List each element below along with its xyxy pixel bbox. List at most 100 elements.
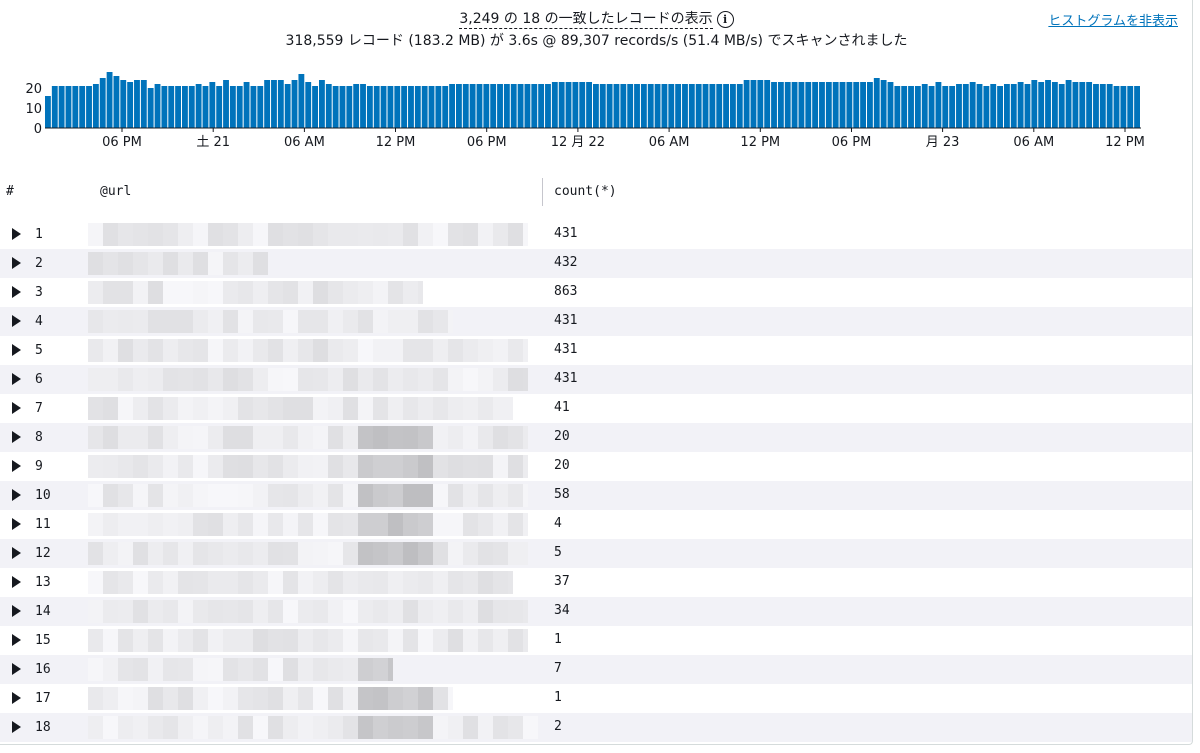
histogram-bar[interactable] [819,82,825,128]
histogram-bar[interactable] [593,84,599,128]
histogram-bar[interactable] [613,84,620,128]
histogram-bar[interactable] [72,86,79,128]
histogram-bar[interactable] [627,84,634,128]
expand-row-icon[interactable] [12,373,21,385]
histogram-bar[interactable] [250,86,257,128]
histogram-bar[interactable] [949,86,956,128]
histogram-bar[interactable] [538,84,545,128]
histogram-bar[interactable] [435,86,442,128]
histogram-bar[interactable] [106,72,113,128]
histogram-bar[interactable] [812,82,819,128]
table-row[interactable]: 12 5 [0,539,1192,568]
histogram-bar[interactable] [1024,84,1031,128]
histogram-bar[interactable] [483,84,490,128]
histogram-bar[interactable] [1113,86,1120,128]
histogram-bar[interactable] [791,82,798,128]
histogram-bar[interactable] [880,80,887,128]
histogram-bar[interactable] [1099,84,1106,128]
histogram-bar[interactable] [545,84,551,128]
histogram-bar[interactable] [216,86,223,128]
histogram-bar[interactable] [860,82,866,128]
histogram-bar[interactable] [421,86,428,128]
histogram-bar[interactable] [709,84,716,128]
table-row[interactable]: 4 431 [0,307,1192,336]
histogram-bar[interactable] [387,86,394,128]
histogram-bar[interactable] [586,82,592,128]
histogram-bar[interactable] [997,86,1003,128]
histogram-bar[interactable] [675,84,682,128]
column-divider[interactable] [542,178,543,206]
histogram-bar[interactable] [449,84,455,128]
table-row[interactable]: 1 431 [0,220,1192,249]
histogram-bar[interactable] [1127,86,1134,128]
histogram-bar[interactable] [572,82,579,128]
histogram-bar[interactable] [750,80,757,128]
table-row[interactable]: 3 863 [0,278,1192,307]
histogram-bar[interactable] [551,82,558,128]
expand-row-icon[interactable] [12,489,21,501]
histogram-bar[interactable] [908,86,914,128]
histogram-bar[interactable] [120,80,127,128]
histogram-bar[interactable] [832,82,839,128]
histogram-bar[interactable] [1017,82,1024,128]
expand-row-icon[interactable] [12,402,21,414]
histogram-bar[interactable] [784,82,791,128]
table-row[interactable]: 7 41 [0,394,1192,423]
histogram-bar[interactable] [51,86,58,128]
histogram-bar[interactable] [353,84,360,128]
histogram-bar[interactable] [517,84,524,128]
histogram-bar[interactable] [414,86,421,128]
table-row[interactable]: 15 1 [0,626,1192,655]
histogram-bar[interactable] [380,86,387,128]
histogram-bar[interactable] [846,82,853,128]
histogram-bar[interactable] [661,84,668,128]
expand-row-icon[interactable] [12,547,21,559]
histogram-bar[interactable] [195,84,202,128]
histogram-bar[interactable] [154,84,161,128]
histogram-bar[interactable] [188,86,195,128]
histogram-bar[interactable] [599,84,606,128]
table-row[interactable]: 16 7 [0,655,1192,684]
expand-row-icon[interactable] [12,431,21,443]
histogram-bar[interactable] [962,84,969,128]
histogram-bar[interactable] [346,86,353,128]
histogram-bar[interactable] [223,80,229,128]
histogram-bar[interactable] [161,86,168,128]
histogram-bar[interactable] [1045,80,1051,128]
histogram-bar[interactable] [86,86,92,128]
histogram-bar[interactable] [401,86,408,128]
histogram-bar[interactable] [634,84,640,128]
histogram-bar[interactable] [298,74,305,128]
histogram-bar[interactable] [99,78,106,128]
histogram-bar[interactable] [695,84,702,128]
expand-row-icon[interactable] [12,228,21,240]
histogram-bar[interactable] [332,86,339,128]
table-row[interactable]: 8 20 [0,423,1192,452]
histogram-bar[interactable] [271,80,277,128]
histogram-bar[interactable] [777,82,784,128]
histogram-bar[interactable] [1079,82,1086,128]
histogram-bar[interactable] [127,82,134,128]
histogram-bar[interactable] [1051,82,1058,128]
histogram-bar[interactable] [956,84,962,128]
histogram-bar[interactable] [360,84,366,128]
histogram-bar[interactable] [182,86,188,128]
histogram-bar[interactable] [805,82,812,128]
histogram-bar[interactable] [456,84,462,128]
histogram-bar[interactable] [620,84,627,128]
histogram-bar[interactable] [476,84,483,128]
histogram-bar[interactable] [1134,86,1140,128]
histogram-bar[interactable] [1065,80,1072,128]
histogram-bar[interactable] [565,82,572,128]
histogram-bar[interactable] [284,84,291,128]
histogram-bar[interactable] [373,86,380,128]
histogram-bar[interactable] [976,84,983,128]
histogram-bar[interactable] [983,86,990,128]
table-row[interactable]: 5 431 [0,336,1192,365]
histogram-bar[interactable] [147,88,154,128]
expand-row-icon[interactable] [12,692,21,704]
histogram-bar[interactable] [743,80,750,128]
histogram-bar[interactable] [825,82,832,128]
histogram-bar[interactable] [291,80,298,128]
table-row[interactable]: 2 432 [0,249,1192,278]
